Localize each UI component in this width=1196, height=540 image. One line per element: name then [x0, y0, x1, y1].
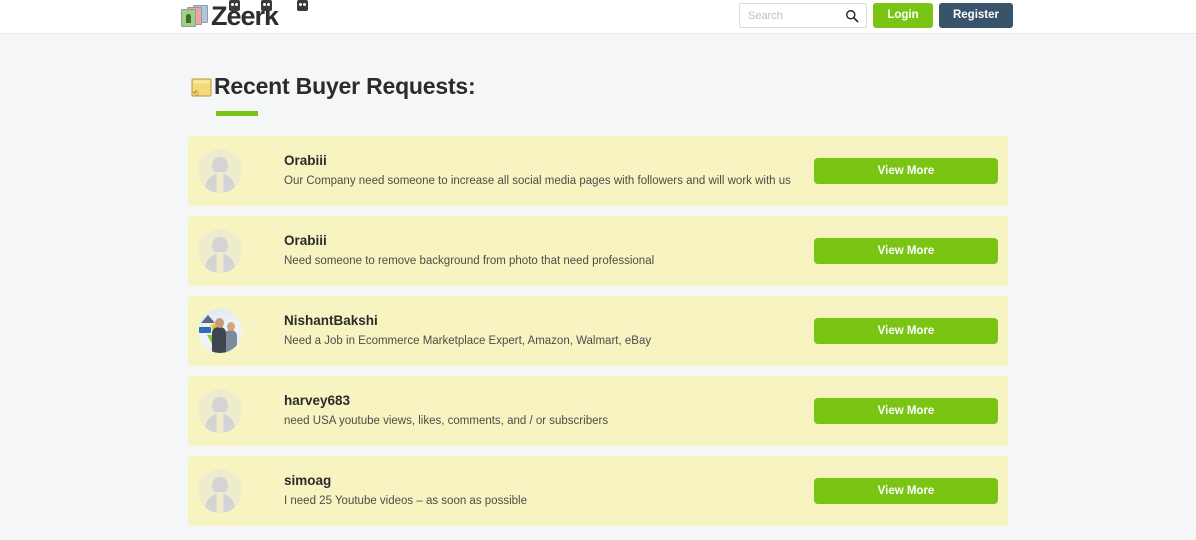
- login-button[interactable]: Login: [873, 3, 933, 28]
- request-details: NishantBakshi Need a Job in Ecommerce Ma…: [242, 313, 814, 349]
- request-description: Our Company need someone to increase all…: [284, 175, 791, 188]
- brand-decoration-icon: [297, 0, 308, 11]
- note-icon: [191, 78, 212, 97]
- request-details: Orabiii Need someone to remove backgroun…: [242, 233, 814, 269]
- page-content: Recent Buyer Requests: Orabiii Our Compa…: [0, 34, 1196, 540]
- brand-decoration-icon: [261, 0, 272, 11]
- avatar: [198, 389, 242, 433]
- brand-logo-link[interactable]: Zeerk: [180, 0, 308, 33]
- request-details: harvey683 need USA youtube views, likes,…: [242, 393, 814, 429]
- request-details: simoag I need 25 Youtube videos – as soo…: [242, 473, 814, 509]
- header-actions: Login Register: [739, 3, 1013, 28]
- request-description: Need someone to remove background from p…: [284, 255, 655, 268]
- avatar: [198, 469, 242, 513]
- avatar: [198, 229, 242, 273]
- request-description: Need a Job in Ecommerce Marketplace Expe…: [284, 335, 652, 348]
- header-inner: Zeerk Login Register: [0, 0, 1196, 34]
- view-more-button[interactable]: View More: [814, 478, 998, 504]
- stacked-photo-frames-icon: [180, 3, 210, 29]
- buyer-request-list: Orabiii Our Company need someone to incr…: [188, 136, 1008, 526]
- request-username: NishantBakshi: [284, 312, 378, 328]
- section-title-row: Recent Buyer Requests:: [188, 75, 1008, 98]
- title-underline: [216, 111, 258, 116]
- request-username: Orabiii: [284, 232, 327, 248]
- table-row[interactable]: simoag I need 25 Youtube videos – as soo…: [188, 456, 1008, 526]
- avatar: [198, 149, 242, 193]
- request-description: need USA youtube views, likes, comments,…: [284, 415, 609, 428]
- search-icon[interactable]: [845, 9, 859, 23]
- request-username: Orabiii: [284, 152, 327, 168]
- content-container: Recent Buyer Requests: Orabiii Our Compa…: [188, 34, 1008, 526]
- table-row[interactable]: Orabiii Need someone to remove backgroun…: [188, 216, 1008, 286]
- table-row[interactable]: ★ NishantBakshi Need a Job in Ecommerce …: [188, 296, 1008, 366]
- table-row[interactable]: harvey683 need USA youtube views, likes,…: [188, 376, 1008, 446]
- request-details: Orabiii Our Company need someone to incr…: [242, 153, 814, 189]
- view-more-button[interactable]: View More: [814, 318, 998, 344]
- view-more-button[interactable]: View More: [814, 238, 998, 264]
- view-more-button[interactable]: View More: [814, 398, 998, 424]
- page-title: Recent Buyer Requests:: [214, 73, 476, 99]
- request-username: harvey683: [284, 392, 351, 408]
- table-row[interactable]: Orabiii Our Company need someone to incr…: [188, 136, 1008, 206]
- avatar: ★: [198, 309, 242, 353]
- request-username: simoag: [284, 472, 332, 488]
- register-button[interactable]: Register: [939, 3, 1013, 28]
- site-header: Zeerk Login Register: [0, 0, 1196, 34]
- request-description: I need 25 Youtube videos – as soon as po…: [284, 495, 527, 508]
- search-box[interactable]: [739, 3, 867, 28]
- view-more-button[interactable]: View More: [814, 158, 998, 184]
- brand-decoration-icon: [229, 0, 240, 11]
- brand-name: Zeerk: [211, 0, 308, 30]
